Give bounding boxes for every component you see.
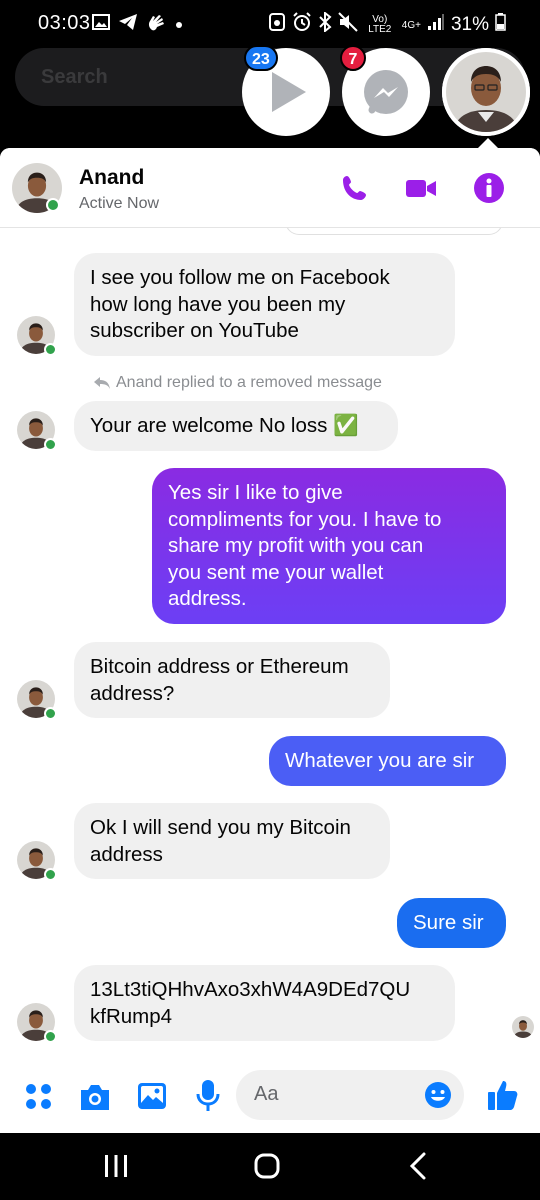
info-icon[interactable] (473, 172, 505, 204)
mute-icon (338, 12, 358, 38)
incoming-message[interactable]: Your are welcome No loss ✅ (74, 401, 398, 451)
anand-avatar-large (442, 48, 530, 136)
gallery-icon[interactable] (137, 1081, 167, 1111)
wave-hand-icon (146, 12, 166, 38)
search-placeholder: Search (41, 66, 108, 88)
status-time: 03:03 (38, 12, 91, 34)
incoming-message[interactable]: I see you follow me on Facebook how long… (74, 253, 455, 356)
more-notifications-dot-icon (174, 14, 184, 36)
network-generation: 4G+ (401, 19, 421, 31)
message-input[interactable]: Aa (236, 1070, 464, 1120)
chat-header: Anand Active Now (0, 148, 540, 228)
sender-online-indicator (44, 343, 57, 356)
reply-note: Anand replied to a removed message (94, 374, 382, 392)
outgoing-message[interactable]: Sure sir (397, 898, 506, 948)
sender-online-indicator (44, 438, 57, 451)
signal-icon (427, 13, 445, 37)
contact-name[interactable]: Anand (79, 166, 144, 190)
microphone-icon[interactable] (196, 1079, 220, 1113)
chat-panel: Anand Active Now I see you follow me on … (0, 148, 540, 1133)
battery-icon (495, 13, 506, 37)
sender-online-indicator (44, 1030, 57, 1043)
like-thumb-icon[interactable] (487, 1078, 519, 1112)
outgoing-message[interactable]: Yes sir I like to give compliments for y… (152, 468, 506, 624)
home-icon[interactable] (254, 1153, 280, 1179)
status-bar: 03:03 Vo) LTE2 4G+ 31% (0, 0, 540, 46)
messenger-unread-badge: 7 (340, 45, 366, 71)
anand-chat-head[interactable] (442, 48, 530, 136)
gallery-notification-icon (92, 14, 110, 36)
camera-icon[interactable] (79, 1083, 111, 1111)
system-navigation-bar (0, 1133, 540, 1200)
message-input-placeholder: Aa (254, 1083, 279, 1105)
reply-note-text: Anand replied to a removed message (116, 374, 382, 391)
incoming-message[interactable]: Ok I will send you my Bitcoin address (74, 803, 390, 879)
message-composer: Aa (0, 1060, 540, 1133)
network-label: Vo) LTE2 (368, 14, 392, 35)
battery-percent: 31% (450, 14, 489, 35)
bluetooth-icon (318, 10, 332, 38)
video-call-icon[interactable] (405, 172, 437, 204)
recent-apps-icon[interactable] (104, 1153, 128, 1179)
sender-online-indicator (44, 868, 57, 881)
apps-menu-icon[interactable] (24, 1082, 54, 1112)
outgoing-message[interactable]: Whatever you are sir (269, 736, 506, 786)
sender-online-indicator (44, 707, 57, 720)
voice-call-icon[interactable] (339, 172, 371, 204)
telegram-icon (118, 13, 138, 37)
lock-screen-icon (268, 12, 286, 38)
incoming-message[interactable]: Bitcoin address or Ethereum address? (74, 642, 390, 718)
seen-receipt-avatar (512, 1016, 534, 1038)
emoji-icon[interactable] (424, 1081, 452, 1109)
play-unread-badge: 23 (244, 45, 278, 71)
contact-status: Active Now (79, 195, 160, 212)
play-app-chat-head[interactable]: 23 (242, 45, 330, 136)
incoming-message[interactable]: 13Lt3tiQHhvAxo3xhW4A9DEd7QU kfRump4 (74, 965, 455, 1041)
messenger-chat-head[interactable]: 7 (340, 45, 430, 136)
back-icon[interactable] (408, 1152, 428, 1180)
reply-arrow-icon (94, 377, 110, 389)
header-online-indicator (46, 198, 60, 212)
alarm-icon (292, 12, 312, 38)
